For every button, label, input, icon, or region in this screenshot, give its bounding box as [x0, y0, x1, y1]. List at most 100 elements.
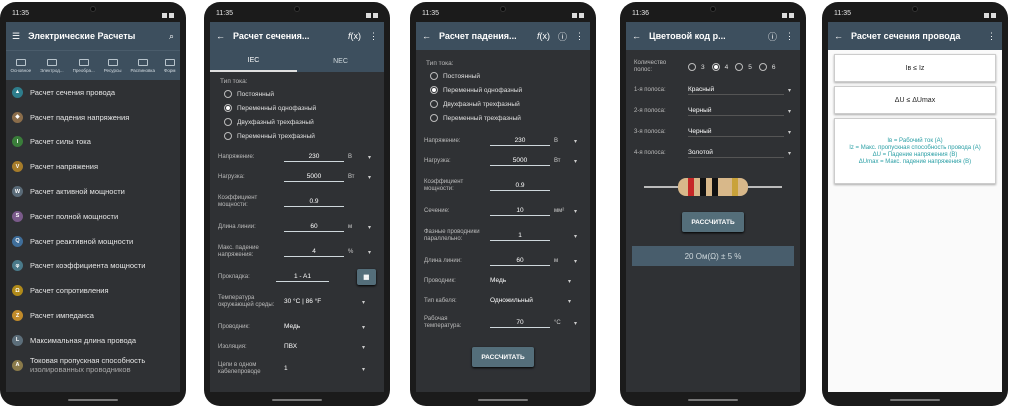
chevron-down-icon[interactable]: ▾ [362, 324, 365, 331]
chevron-down-icon[interactable]: ▾ [368, 154, 371, 161]
chevron-down-icon[interactable]: ▾ [362, 366, 365, 373]
band-select[interactable]: Черный [688, 128, 784, 137]
field-input[interactable]: 1 - A1 [276, 273, 329, 282]
field-input[interactable]: 1 [490, 232, 550, 241]
field-input[interactable]: 5000 [284, 173, 344, 182]
tab-iec[interactable]: IEC [210, 50, 297, 72]
radio-option[interactable]: Переменный однофазный [416, 83, 590, 97]
chevron-down-icon[interactable]: ▾ [368, 174, 371, 181]
chevron-down-icon[interactable]: ▾ [574, 138, 577, 145]
tab-nec[interactable]: NEC [297, 50, 384, 72]
more-vert-icon[interactable]: ⋮ [785, 31, 794, 42]
calculate-button[interactable]: РАССЧИТАТЬ [472, 347, 534, 367]
radio-option[interactable]: Постоянный [210, 87, 384, 101]
back-arrow-icon[interactable]: ← [216, 31, 225, 41]
band-select[interactable]: Черный [688, 107, 784, 116]
menu-item[interactable]: V Расчет напряжения [6, 154, 180, 179]
band-select[interactable]: Красный [688, 86, 784, 95]
conductor-select[interactable]: Медь [490, 277, 564, 285]
band-select[interactable]: Золотой [688, 149, 784, 158]
chevron-down-icon[interactable]: ▾ [574, 320, 577, 327]
field-input[interactable]: 0.9 [490, 182, 550, 191]
band-count-option[interactable]: 6 [758, 60, 776, 74]
chevron-down-icon[interactable]: ▾ [788, 108, 791, 115]
radio-circle-icon[interactable] [224, 118, 232, 126]
field-input[interactable]: 0.9 [284, 198, 344, 207]
radio-circle-icon[interactable] [224, 132, 232, 140]
search-icon[interactable]: ⌕ [169, 31, 174, 42]
conductor-select[interactable]: Медь [284, 323, 358, 331]
category-main[interactable]: Основное [10, 58, 31, 73]
menu-item[interactable]: L Максимальная длина провода [6, 328, 180, 353]
cable-type-select[interactable]: Одножильный [490, 297, 564, 305]
menu-item[interactable]: W Расчет активной мощности [6, 179, 180, 204]
chevron-down-icon[interactable]: ▾ [574, 233, 577, 240]
insulation-select[interactable]: ПВХ [284, 343, 358, 351]
category-converters[interactable]: Преобра... [73, 58, 95, 73]
radio-circle-icon[interactable] [430, 114, 438, 122]
chevron-down-icon[interactable]: ▾ [788, 87, 791, 94]
radio-option[interactable]: Постоянный [416, 69, 590, 83]
chevron-down-icon[interactable]: ▾ [362, 299, 365, 306]
chevron-down-icon[interactable]: ▾ [788, 129, 791, 136]
band-count-option[interactable]: 5 [735, 60, 752, 74]
home-indicator[interactable] [688, 399, 738, 401]
field-input[interactable]: 230 [284, 153, 344, 162]
radio-option[interactable]: Двухфазный трехфазный [210, 115, 384, 129]
table-lookup-button[interactable]: ▦ [356, 269, 376, 285]
calculate-button[interactable]: РАССЧИТАТЬ [682, 212, 744, 232]
menu-item[interactable]: Q Расчет реактивной мощности [6, 229, 180, 254]
menu-item[interactable]: Ω Расчет сопротивления [6, 278, 180, 303]
ambient-temp-select[interactable]: 30 °C | 86 °F [284, 298, 358, 306]
band-count-option[interactable]: 4 [711, 60, 728, 74]
radio-circle-icon[interactable] [224, 90, 232, 98]
menu-item[interactable]: Z Расчет импеданса [6, 303, 180, 328]
chevron-down-icon[interactable]: ▾ [568, 278, 571, 285]
band-count-option[interactable]: 3 [688, 60, 705, 74]
category-electronics[interactable]: Электрод... [40, 58, 64, 73]
field-input[interactable]: 60 [490, 257, 550, 266]
radio-circle-icon[interactable] [688, 63, 696, 71]
work-temp-input[interactable]: 70 [490, 319, 550, 328]
menu-item[interactable]: ◆ Расчет падения напряжения [6, 105, 180, 130]
chevron-down-icon[interactable]: ▾ [574, 208, 577, 215]
home-indicator[interactable] [68, 399, 118, 401]
chevron-down-icon[interactable]: ▾ [788, 150, 791, 157]
radio-option[interactable]: Двухфазный трехфазный [416, 97, 590, 111]
more-vert-icon[interactable]: ⋮ [575, 31, 584, 42]
radio-option[interactable]: Переменный однофазный [210, 101, 384, 115]
home-indicator[interactable] [272, 399, 322, 401]
more-vert-icon[interactable]: ⋮ [987, 31, 996, 42]
chevron-down-icon[interactable]: ▾ [362, 344, 365, 351]
field-input[interactable]: 5000 [490, 157, 550, 166]
category-pinout[interactable]: Распиновка [130, 58, 155, 73]
field-input[interactable]: 230 [490, 137, 550, 146]
category-formulas[interactable]: Форм [164, 58, 175, 73]
info-icon[interactable]: ⓘ [558, 30, 567, 43]
menu-item[interactable]: ▲ Расчет сечения провода [6, 80, 180, 105]
back-arrow-icon[interactable]: ← [422, 31, 431, 41]
info-icon[interactable]: ⓘ [768, 30, 777, 43]
back-arrow-icon[interactable]: ← [632, 31, 641, 41]
home-indicator[interactable] [478, 399, 528, 401]
radio-circle-icon[interactable] [430, 72, 438, 80]
formula-icon[interactable]: f(x) [537, 31, 550, 41]
chevron-down-icon[interactable]: ▾ [574, 158, 577, 165]
chevron-down-icon[interactable]: ▾ [574, 258, 577, 265]
menu-item[interactable]: A Токовая пропускная способность изолирова… [6, 353, 180, 378]
radio-circle-icon[interactable] [758, 63, 767, 71]
formula-icon[interactable]: f(x) [348, 31, 361, 41]
radio-circle-icon[interactable] [430, 86, 438, 94]
radio-option[interactable]: Переменный трехфазный [416, 111, 590, 125]
radio-circle-icon[interactable] [711, 63, 720, 71]
chevron-down-icon[interactable]: ▾ [368, 224, 371, 231]
chevron-down-icon[interactable]: ▾ [368, 249, 371, 256]
radio-option[interactable]: Переменный трехфазный [210, 129, 384, 143]
field-input[interactable]: 4 [284, 248, 344, 257]
circuits-select[interactable]: 1 [284, 365, 358, 373]
radio-circle-icon[interactable] [735, 63, 744, 71]
menu-item[interactable]: I Расчет силы тока [6, 130, 180, 155]
chevron-down-icon[interactable]: ▾ [568, 298, 571, 305]
field-input[interactable]: 10 [490, 207, 550, 216]
field-input[interactable]: 60 [284, 223, 344, 232]
